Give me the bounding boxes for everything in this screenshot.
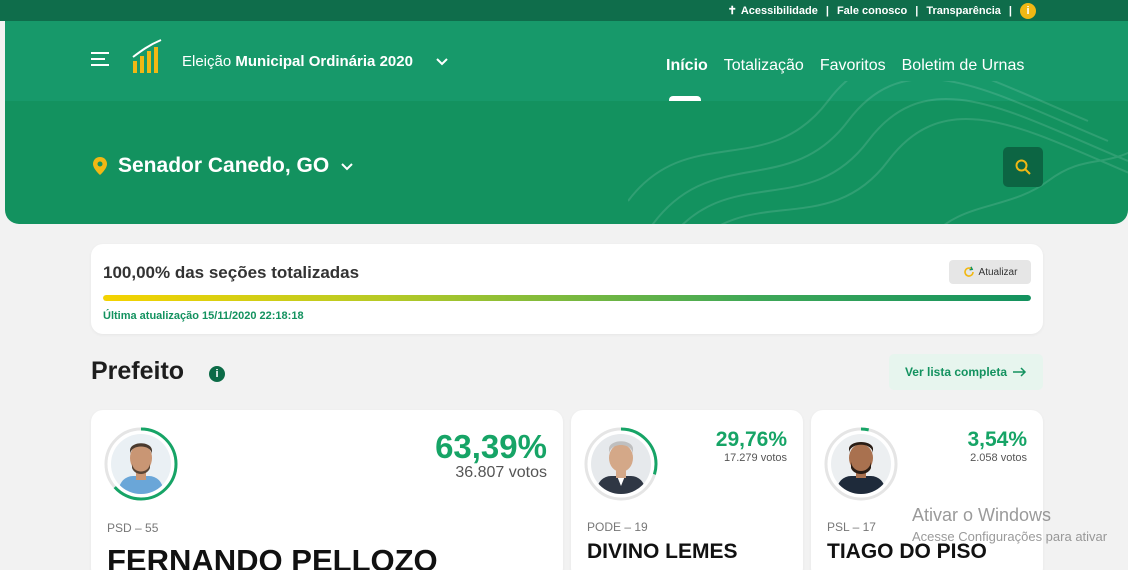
candidate-party: PSD – 55 <box>107 521 159 535</box>
refresh-icon <box>963 266 974 277</box>
refresh-label: Atualizar <box>978 266 1018 278</box>
candidate-card[interactable]: 63,39% 36.807 votos PSD – 55 FERNANDO PE… <box>91 410 563 570</box>
candidate-percent: 3,54% <box>967 428 1027 451</box>
search-button[interactable] <box>1003 147 1043 187</box>
utility-bar: ✝ Acessibilidade | Fale conosco | Transp… <box>0 0 1128 21</box>
refresh-button[interactable]: Atualizar <box>949 260 1031 284</box>
nav-inicio[interactable]: Início <box>666 57 708 75</box>
candidate-party: PODE – 19 <box>587 520 648 534</box>
candidate-party: PSL – 17 <box>827 520 876 534</box>
accessibility-icon: ✝ <box>727 5 737 17</box>
election-selector[interactable]: Eleição Municipal Ordinária 2020 <box>182 53 413 70</box>
full-list-button[interactable]: Ver lista completa <box>889 354 1043 390</box>
sections-totalized-label: 100,00% das seções totalizadas <box>103 263 360 282</box>
candidate-name: DIVINO LEMES <box>587 540 738 563</box>
candidate-votes: 36.807 votos <box>455 464 547 481</box>
progress-bar <box>103 295 1031 301</box>
election-logo-icon <box>132 39 162 73</box>
candidate-avatar <box>584 427 658 501</box>
candidate-card[interactable]: 3,54% 2.058 votos PSL – 17 TIAGO DO PISO <box>811 410 1043 570</box>
location-selector[interactable]: Senador Canedo, GO <box>93 154 353 178</box>
candidate-votes: 17.279 votos <box>724 452 787 464</box>
nav-favoritos[interactable]: Favoritos <box>820 57 886 75</box>
election-name: Municipal Ordinária 2020 <box>235 53 413 70</box>
totalization-card: 100,00% das seções totalizadas Atualizar… <box>91 244 1043 334</box>
contact-link[interactable]: Fale conosco <box>837 5 907 17</box>
section-title: Prefeito <box>91 357 185 385</box>
candidate-percent: 29,76% <box>715 428 787 451</box>
candidate-percent: 63,39% <box>435 428 547 465</box>
nav-boletim-de-urnas[interactable]: Boletim de Urnas <box>902 57 1025 75</box>
candidate-card[interactable]: 29,76% 17.279 votos PODE – 19 DIVINO LEM… <box>571 410 803 570</box>
separator: | <box>915 4 919 17</box>
main-nav: Início Totalização Favoritos Boletim de … <box>666 57 1024 75</box>
last-update: Última atualização 15/11/2020 22:18:18 <box>103 310 304 322</box>
location-name: Senador Canedo, GO <box>118 154 330 177</box>
nav-totalizacao[interactable]: Totalização <box>724 57 804 75</box>
header: Eleição Municipal Ordinária 2020 Início … <box>5 21 1128 224</box>
chevron-down-icon[interactable] <box>436 56 448 66</box>
accessibility-link[interactable]: Acessibilidade <box>741 5 818 17</box>
location-pin-icon <box>93 157 107 175</box>
election-prefix: Eleição <box>182 53 232 70</box>
candidate-avatar <box>824 427 898 501</box>
candidate-votes: 2.058 votos <box>970 452 1027 464</box>
windows-activation-subtitle: Acesse Configurações para ativar <box>912 529 1108 544</box>
windows-activation-title: Ativar o Windows <box>912 505 1052 525</box>
info-icon[interactable]: i <box>209 366 225 382</box>
progress-fill <box>103 295 1031 301</box>
candidate-name: FERNANDO PELLOZO <box>107 543 438 570</box>
decorative-waves <box>628 81 1128 224</box>
info-icon[interactable]: i <box>1020 2 1036 19</box>
search-icon <box>1015 159 1031 175</box>
candidate-avatar <box>104 427 178 501</box>
nav-active-indicator <box>669 96 701 101</box>
chevron-down-icon[interactable] <box>341 161 353 171</box>
arrow-right-icon <box>1013 367 1027 377</box>
separator: | <box>1008 4 1012 17</box>
separator: | <box>825 4 829 17</box>
full-list-label: Ver lista completa <box>904 365 1008 379</box>
transparency-link[interactable]: Transparência <box>926 5 1001 17</box>
hamburger-menu-icon[interactable] <box>91 52 109 68</box>
